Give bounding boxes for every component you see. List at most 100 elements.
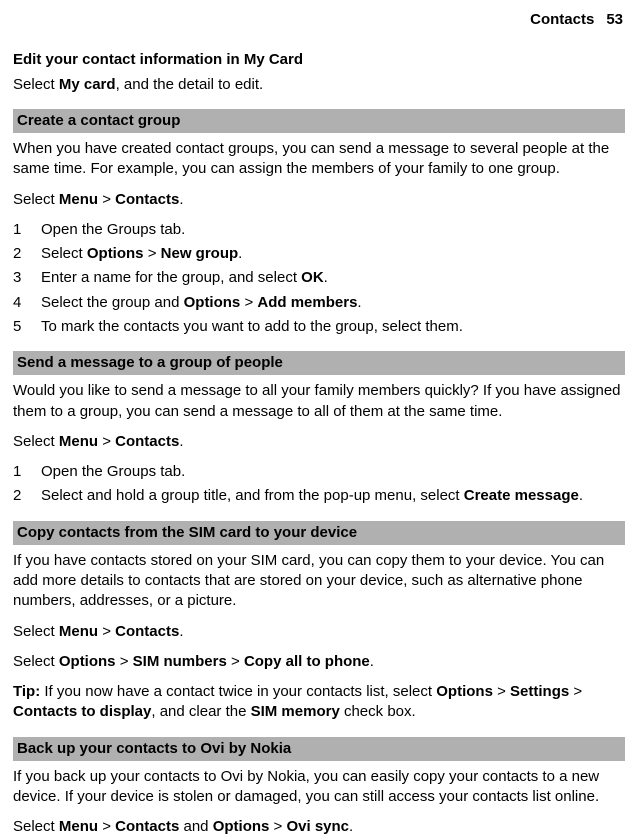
step-text: Select Options > New group. <box>41 244 625 264</box>
text: . <box>357 294 361 311</box>
copy-intro: If you have contacts stored on your SIM … <box>13 551 625 612</box>
step: 3Enter a name for the group, and select … <box>13 268 625 288</box>
text: . <box>179 623 183 640</box>
bold-text: Options <box>436 683 493 700</box>
bold-text: Menu <box>59 623 98 640</box>
text: Select <box>13 191 59 208</box>
step-text: To mark the contacts you want to add to … <box>41 317 625 337</box>
backup-heading: Back up your contacts to Ovi by Nokia <box>13 737 625 761</box>
text: > <box>98 191 115 208</box>
step-text: Enter a name for the group, and select O… <box>41 268 625 288</box>
bold-text: Contacts <box>115 191 179 208</box>
text: > <box>144 245 161 262</box>
step: 2Select Options > New group. <box>13 244 625 264</box>
text: > <box>98 623 115 640</box>
step-num: 3 <box>13 268 41 288</box>
backup-select: Select Menu > Contacts and Options > Ovi… <box>13 817 625 837</box>
bold-text: Contacts <box>115 623 179 640</box>
text: check box. <box>340 703 416 720</box>
bold-text: Add members <box>257 294 357 311</box>
text: , and clear the <box>151 703 250 720</box>
step: 1Open the Groups tab. <box>13 220 625 240</box>
bold-text: Options <box>59 653 116 670</box>
text: Select <box>13 653 59 670</box>
text: . <box>349 818 353 835</box>
text: > <box>493 683 510 700</box>
bold-text: Contacts <box>115 433 179 450</box>
bold-text: SIM memory <box>251 703 340 720</box>
step-num: 5 <box>13 317 41 337</box>
backup-intro: If you back up your contacts to Ovi by N… <box>13 767 625 808</box>
send-intro: Would you like to send a message to all … <box>13 381 625 422</box>
text: Select the group and <box>41 294 184 311</box>
text: . <box>179 191 183 208</box>
text: > <box>240 294 257 311</box>
step-text: Open the Groups tab. <box>41 462 625 482</box>
bold-text: Copy all to phone <box>244 653 370 670</box>
send-steps: 1Open the Groups tab. 2Select and hold a… <box>13 462 625 507</box>
copy-select: Select Menu > Contacts. <box>13 622 625 642</box>
text: > <box>98 818 115 835</box>
step: 5To mark the contacts you want to add to… <box>13 317 625 337</box>
step-num: 2 <box>13 244 41 264</box>
bold-text: Options <box>213 818 270 835</box>
text: > <box>269 818 286 835</box>
text: > <box>98 433 115 450</box>
bold-text: SIM numbers <box>133 653 227 670</box>
copy-tip: Tip: If you now have a contact twice in … <box>13 682 625 723</box>
step-text: Select and hold a group title, and from … <box>41 486 625 506</box>
text: Select <box>13 623 59 640</box>
text: Select and hold a group title, and from … <box>41 487 464 504</box>
text: . <box>179 433 183 450</box>
group-steps: 1Open the Groups tab. 2Select Options > … <box>13 220 625 337</box>
step-num: 4 <box>13 293 41 313</box>
bold-text: Options <box>184 294 241 311</box>
step-num: 1 <box>13 220 41 240</box>
bold-text: Create message <box>464 487 579 504</box>
text: . <box>324 269 328 286</box>
text: > <box>569 683 582 700</box>
text: > <box>227 653 244 670</box>
bold-text: Contacts to display <box>13 703 151 720</box>
page-number: 53 <box>606 11 623 28</box>
step-num: 2 <box>13 486 41 506</box>
text: Select <box>13 433 59 450</box>
text: , and the detail to edit. <box>116 76 264 93</box>
text: . <box>238 245 242 262</box>
step-num: 1 <box>13 462 41 482</box>
bold-text: Settings <box>510 683 569 700</box>
text: If you now have a contact twice in your … <box>40 683 436 700</box>
step: 4Select the group and Options > Add memb… <box>13 293 625 313</box>
page-header: Contacts 53 <box>13 10 625 30</box>
mycard-body: Select My card, and the detail to edit. <box>13 75 625 95</box>
step-text: Select the group and Options > Add membe… <box>41 293 625 313</box>
bold-text: Menu <box>59 818 98 835</box>
bold-text: Contacts <box>115 818 179 835</box>
bold-text: My card <box>59 76 116 93</box>
step: 1Open the Groups tab. <box>13 462 625 482</box>
bold-text: Menu <box>59 191 98 208</box>
copy-heading: Copy contacts from the SIM card to your … <box>13 521 625 545</box>
group-select: Select Menu > Contacts. <box>13 190 625 210</box>
text: Select <box>13 818 59 835</box>
text: Select <box>41 245 87 262</box>
text: > <box>116 653 133 670</box>
bold-text: New group <box>161 245 239 262</box>
step-text: Open the Groups tab. <box>41 220 625 240</box>
send-heading: Send a message to a group of people <box>13 351 625 375</box>
mycard-title: Edit your contact information in My Card <box>13 50 625 70</box>
group-heading: Create a contact group <box>13 109 625 133</box>
bold-text: Menu <box>59 433 98 450</box>
text: and <box>179 818 212 835</box>
chapter-name: Contacts <box>530 11 594 28</box>
text: . <box>579 487 583 504</box>
step: 2Select and hold a group title, and from… <box>13 486 625 506</box>
group-intro: When you have created contact groups, yo… <box>13 139 625 180</box>
text: . <box>370 653 374 670</box>
bold-text: Tip: <box>13 683 40 700</box>
bold-text: Ovi sync <box>286 818 349 835</box>
bold-text: OK <box>301 269 324 286</box>
bold-text: Options <box>87 245 144 262</box>
send-select: Select Menu > Contacts. <box>13 432 625 452</box>
text: Enter a name for the group, and select <box>41 269 301 286</box>
